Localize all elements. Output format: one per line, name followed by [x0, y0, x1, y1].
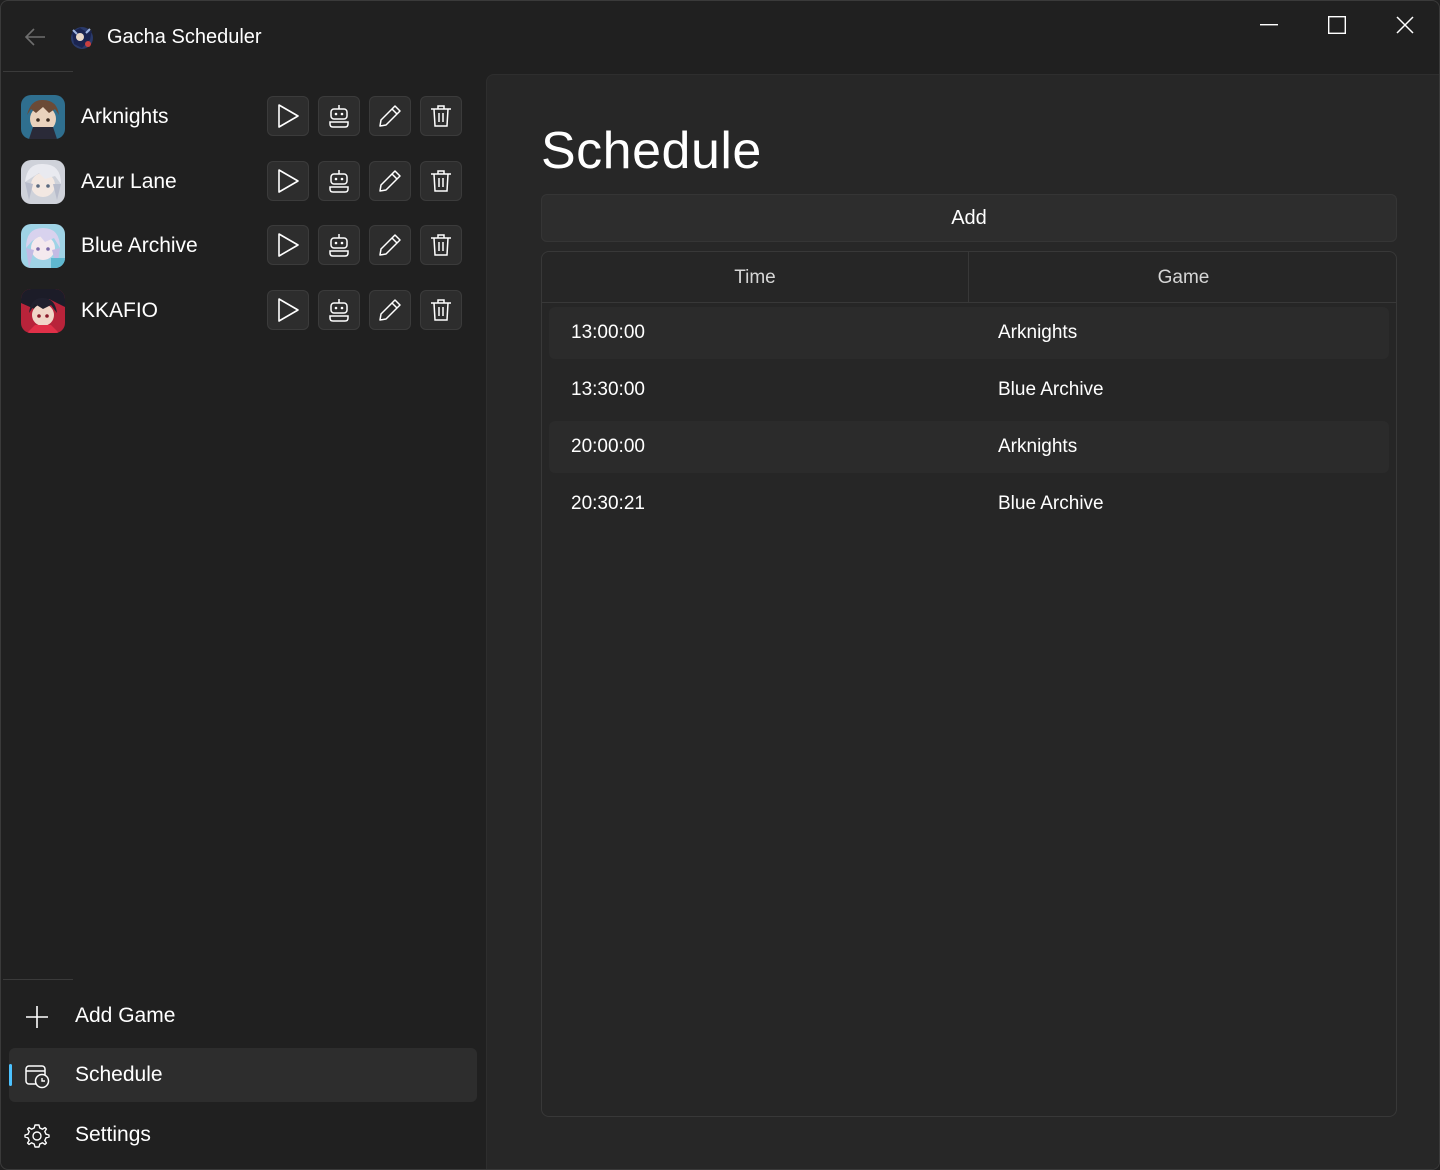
calendar-clock-icon	[23, 1062, 51, 1090]
pencil-icon	[379, 234, 401, 256]
minimize-button[interactable]	[1235, 1, 1303, 49]
nav-label: Settings	[75, 1123, 151, 1146]
automation-button[interactable]	[318, 96, 360, 136]
cell-time: 13:30:00	[571, 379, 645, 400]
play-icon	[278, 298, 299, 322]
edit-button[interactable]	[369, 96, 411, 136]
edit-button[interactable]	[369, 161, 411, 201]
robot-icon	[329, 299, 349, 322]
minimize-icon	[1260, 24, 1278, 26]
app-logo-icon	[68, 24, 96, 52]
game-name: KKAFIO	[81, 299, 159, 322]
game-name: Azur Lane	[81, 170, 177, 193]
game-avatar	[21, 95, 65, 139]
trash-icon	[431, 170, 451, 192]
app-window: Gacha Scheduler Arknights Azur Lane Blue…	[0, 0, 1440, 1170]
sidebar: Arknights Azur Lane Blue Archive KKAFIO …	[1, 71, 485, 1169]
game-name: Blue Archive	[81, 234, 198, 257]
nav-label: Schedule	[75, 1063, 163, 1086]
title-bar: Gacha Scheduler	[1, 1, 1439, 73]
plus-icon	[23, 1003, 51, 1031]
table-header: Time Game	[542, 252, 1396, 303]
gear-icon	[23, 1122, 51, 1150]
cell-time: 20:30:21	[571, 493, 645, 514]
delete-button[interactable]	[420, 290, 462, 330]
pencil-icon	[379, 299, 401, 321]
nav-settings[interactable]: Settings	[9, 1108, 477, 1162]
game-row-kkafio: KKAFIO	[1, 280, 485, 340]
launch-button[interactable]	[267, 161, 309, 201]
schedule-table: Time Game 13:00:00 Arknights 13:30:00 Bl…	[541, 251, 1397, 1117]
column-header-time[interactable]: Time	[542, 252, 969, 303]
pencil-icon	[379, 170, 401, 192]
nav-schedule[interactable]: Schedule	[9, 1048, 477, 1102]
robot-icon	[329, 105, 349, 128]
game-avatar	[21, 289, 65, 333]
edit-button[interactable]	[369, 290, 411, 330]
robot-icon	[329, 170, 349, 193]
play-icon	[278, 169, 299, 193]
edit-button[interactable]	[369, 225, 411, 265]
cell-time: 20:00:00	[571, 436, 645, 457]
launch-button[interactable]	[267, 96, 309, 136]
nav-label: Add Game	[75, 1004, 176, 1027]
cell-game: Arknights	[998, 322, 1078, 343]
column-header-game[interactable]: Game	[969, 252, 1396, 303]
game-avatar	[21, 160, 65, 204]
table-row[interactable]: 20:30:21 Blue Archive	[549, 478, 1389, 530]
pencil-icon	[379, 105, 401, 127]
automation-button[interactable]	[318, 290, 360, 330]
play-icon	[278, 104, 299, 128]
trash-icon	[431, 299, 451, 321]
launch-button[interactable]	[267, 290, 309, 330]
cell-game: Arknights	[998, 436, 1078, 457]
page-title: Schedule	[541, 122, 762, 180]
game-row-blue-archive: Blue Archive	[1, 215, 485, 275]
add-schedule-button[interactable]: Add	[541, 194, 1397, 242]
game-avatar	[21, 224, 65, 268]
close-icon	[1396, 16, 1414, 34]
automation-button[interactable]	[318, 161, 360, 201]
close-button[interactable]	[1371, 1, 1439, 49]
trash-icon	[431, 234, 451, 256]
delete-button[interactable]	[420, 161, 462, 201]
main-content: Schedule Add Time Game 13:00:00 Arknight…	[486, 74, 1439, 1169]
game-row-arknights: Arknights	[1, 86, 485, 146]
automation-button[interactable]	[318, 225, 360, 265]
maximize-button[interactable]	[1303, 1, 1371, 49]
cell-time: 13:00:00	[571, 322, 645, 343]
cell-game: Blue Archive	[998, 493, 1104, 514]
app-title: Gacha Scheduler	[107, 26, 262, 48]
delete-button[interactable]	[420, 96, 462, 136]
game-row-azur-lane: Azur Lane	[1, 151, 485, 211]
maximize-icon	[1328, 16, 1346, 34]
table-row[interactable]: 20:00:00 Arknights	[549, 421, 1389, 473]
nav-add-game[interactable]: Add Game	[9, 989, 477, 1043]
trash-icon	[431, 105, 451, 127]
arrow-left-icon	[24, 28, 45, 46]
table-row[interactable]: 13:00:00 Arknights	[549, 307, 1389, 359]
game-name: Arknights	[81, 105, 169, 128]
cell-game: Blue Archive	[998, 379, 1104, 400]
play-icon	[278, 233, 299, 257]
robot-icon	[329, 234, 349, 257]
launch-button[interactable]	[267, 225, 309, 265]
selection-indicator	[9, 1064, 12, 1086]
divider	[3, 979, 73, 980]
delete-button[interactable]	[420, 225, 462, 265]
back-button[interactable]	[15, 19, 55, 55]
divider	[3, 71, 73, 72]
table-row[interactable]: 13:30:00 Blue Archive	[549, 364, 1389, 416]
